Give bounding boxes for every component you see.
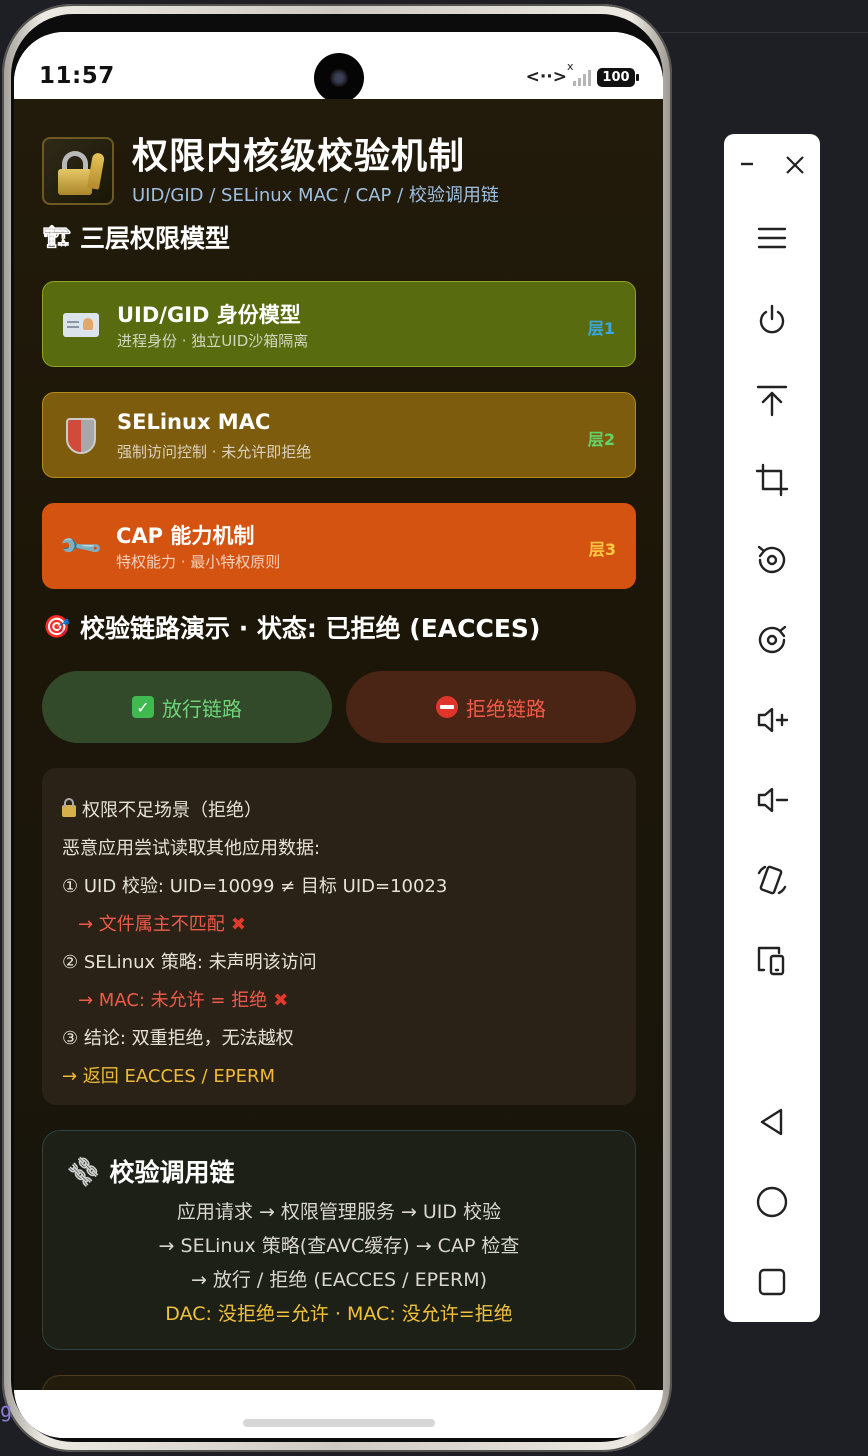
call-chain-card: ⛓ 校验调用链 应用请求 → 权限管理服务 → UID 校验 → SELinux… (42, 1130, 636, 1350)
app-content[interactable]: 权限内核级校验机制 UID/GID / SELinux MAC / CAP / … (14, 99, 663, 1390)
scenario-line: → 返回 EACCES / EPERM (62, 1066, 275, 1087)
scenario-line: 恶意应用尝试读取其他应用数据: (62, 838, 321, 859)
chain-line: → SELinux 策略(查AVC缓存) → CAP 检查 (158, 1235, 520, 1257)
rotate-right-icon[interactable] (748, 616, 796, 664)
layer-name: CAP 能力机制 (116, 524, 255, 548)
scenario-line: ③ 结论: 双重拒绝，无法越权 (62, 1028, 294, 1049)
scenario-line: ② SELinux 策略: 未声明该访问 (62, 952, 317, 973)
scenario-line: → MAC: 未允许 = 拒绝 ✖ (78, 990, 289, 1011)
page-title: 权限内核级校验机制 (132, 136, 466, 177)
emulator-side-panel (724, 134, 820, 1322)
scenario-line: → 文件属主不匹配 ✖ (78, 914, 246, 935)
volume-down-icon[interactable] (748, 776, 796, 824)
call-chain-heading: ⛓ 校验调用链 (63, 1150, 235, 1192)
home-icon[interactable] (748, 1178, 796, 1226)
id-card-icon (61, 306, 101, 344)
power-icon[interactable] (748, 296, 796, 344)
model-section-heading: 🏗 三层权限模型 (43, 224, 231, 253)
back-icon[interactable] (748, 1098, 796, 1146)
rotate-left-icon[interactable] (748, 536, 796, 584)
layer-badge: 层1 (587, 319, 615, 338)
link-icon: ⛓ (63, 1150, 105, 1192)
cross-mark-icon: ✖ (230, 914, 246, 935)
next-card-partial (42, 1375, 636, 1390)
deny-chain-button[interactable]: 拒绝链路 (346, 671, 636, 743)
layer-badge: 层3 (588, 540, 616, 559)
scenario-title: 权限不足场景（拒绝） (62, 792, 616, 830)
layer-desc: 强制访问控制 · 未允许即拒绝 (117, 443, 312, 461)
volume-up-icon[interactable] (748, 696, 796, 744)
network-activity-icon: <··> (525, 67, 567, 87)
phone-frame: 11:57 <··> x 100 权限内核级校验机制 UID/GID / SEL… (2, 4, 672, 1452)
menu-icon[interactable] (748, 214, 796, 262)
cross-mark-icon: ✖ (273, 990, 289, 1011)
lock-icon (62, 798, 76, 817)
front-camera (314, 53, 364, 103)
layer-desc: 特权能力 · 最小特权原则 (116, 553, 281, 571)
chain-footer: DAC: 没拒绝=允许 · MAC: 没允许=拒绝 (165, 1303, 513, 1325)
layer-name: SELinux MAC (117, 410, 271, 434)
phone-screen: 11:57 <··> x 100 权限内核级校验机制 UID/GID / SEL… (14, 32, 663, 1438)
scenario-line: ① UID 校验: UID=10099 ≠ 目标 UID=10023 (62, 876, 448, 897)
system-nav-bar (14, 1390, 663, 1438)
status-bar: 11:57 <··> x 100 (14, 32, 663, 103)
gesture-handle[interactable] (243, 1419, 435, 1427)
signal-icon: x (567, 60, 591, 86)
layer-card-cap[interactable]: 🔧 CAP 能力机制 特权能力 · 最小特权原则 层3 (42, 503, 636, 589)
layer-name: UID/GID 身份模型 (117, 303, 301, 327)
crane-icon: 🏗 (43, 224, 71, 250)
scenario-panel: 权限不足场景（拒绝） 恶意应用尝试读取其他应用数据: ① UID 校验: UID… (42, 768, 636, 1105)
minimize-icon[interactable] (738, 154, 758, 174)
chain-line: 应用请求 → 权限管理服务 → UID 校验 (176, 1201, 502, 1223)
chain-line: → 放行 / 拒绝 (EACCES / EPERM) (190, 1269, 488, 1291)
padlock-key-icon (42, 137, 114, 205)
app-header: 权限内核级校验机制 UID/GID / SELinux MAC / CAP / … (42, 135, 499, 207)
check-icon: ✓ (132, 696, 154, 718)
window-top-divider (660, 32, 868, 33)
close-icon[interactable] (784, 154, 806, 176)
battery-icon: 100 (597, 67, 639, 87)
devices-icon[interactable] (748, 936, 796, 984)
overview-icon[interactable] (748, 1258, 796, 1306)
shield-icon (61, 417, 101, 455)
target-icon: 🎯 (43, 614, 71, 640)
demo-section-heading: 🎯 校验链路演示 · 状态: 已拒绝 (EACCES) (43, 614, 541, 643)
layer-desc: 进程身份 · 独立UID沙箱隔离 (117, 332, 309, 350)
layer-card-selinux[interactable]: SELinux MAC 强制访问控制 · 未允许即拒绝 层2 (42, 392, 636, 478)
no-entry-icon (436, 696, 458, 718)
status-time: 11:57 (39, 63, 115, 89)
wrench-icon: 🔧 (56, 522, 104, 570)
allow-chain-button[interactable]: ✓ 放行链路 (42, 671, 332, 743)
crop-icon[interactable] (748, 456, 796, 504)
device-rotate-icon[interactable] (748, 856, 796, 904)
layer-card-uid[interactable]: UID/GID 身份模型 进程身份 · 独立UID沙箱隔离 层1 (42, 281, 636, 367)
layer-badge: 层2 (587, 430, 615, 449)
page-subtitle: UID/GID / SELinux MAC / CAP / 校验调用链 (132, 185, 499, 206)
upload-icon[interactable] (748, 376, 796, 424)
background-glyph: g (0, 1398, 13, 1422)
status-icons: <··> x 100 (525, 60, 639, 88)
